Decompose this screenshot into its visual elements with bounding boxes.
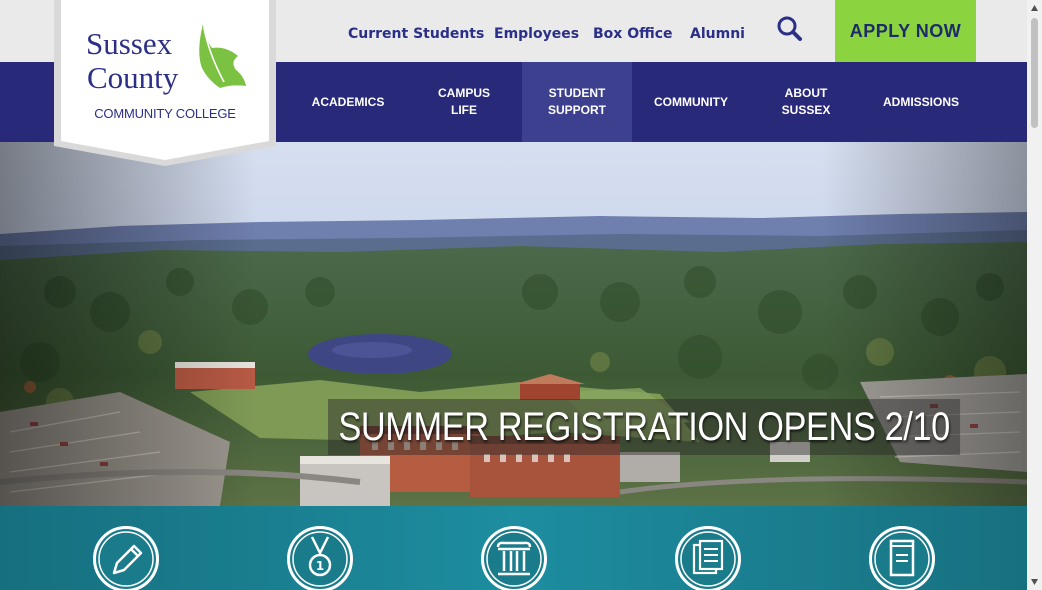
logo-badge: Sussex County COMMUNITY COLLEGE bbox=[54, 0, 276, 166]
hero-caption[interactable]: SUMMER REGISTRATION OPENS 2/10 bbox=[328, 399, 961, 455]
page-scrollbar[interactable] bbox=[1027, 0, 1042, 590]
employees-link[interactable]: Employees bbox=[494, 26, 579, 42]
quick-links-bar: 1 bbox=[0, 506, 1027, 590]
pencil-icon bbox=[96, 529, 156, 589]
documents-icon bbox=[678, 529, 738, 589]
current-students-link[interactable]: Current Students bbox=[348, 26, 484, 42]
scroll-down-arrow-icon[interactable] bbox=[1030, 577, 1039, 586]
apply-now-button[interactable]: APPLY NOW bbox=[835, 0, 976, 62]
nav-about-sussex[interactable]: ABOUT SUSSEX bbox=[750, 62, 862, 142]
nav-about-sussex-line2: SUSSEX bbox=[781, 103, 831, 117]
nav-student-support-line2: SUPPORT bbox=[547, 103, 606, 117]
nav-community-label: COMMUNITY bbox=[654, 94, 728, 109]
logo-line1: Sussex bbox=[86, 26, 173, 61]
notebook-icon bbox=[872, 529, 932, 589]
quick-link-notes[interactable] bbox=[869, 526, 935, 590]
search-icon bbox=[777, 16, 802, 41]
nav-student-support[interactable]: STUDENT SUPPORT bbox=[522, 62, 632, 142]
svg-text:1: 1 bbox=[316, 559, 324, 573]
scroll-up-arrow-icon[interactable] bbox=[1030, 4, 1039, 13]
page: Current Students Employees Box Office Al… bbox=[0, 0, 1042, 590]
nav-academics-label: ACADEMICS bbox=[311, 94, 385, 109]
nav-campus-life-line2: LIFE bbox=[450, 103, 477, 117]
nav-campus-life[interactable]: CAMPUS LIFE bbox=[406, 62, 522, 142]
box-office-link[interactable]: Box Office bbox=[593, 26, 673, 42]
medal-icon: 1 bbox=[290, 529, 350, 589]
alumni-link[interactable]: Alumni bbox=[690, 26, 745, 42]
nav-admissions-label: ADMISSIONS bbox=[882, 94, 959, 109]
quick-link-apply-form[interactable] bbox=[93, 526, 159, 590]
logo-line2: County bbox=[87, 60, 179, 95]
nav-admissions[interactable]: ADMISSIONS bbox=[862, 62, 980, 142]
quick-link-about[interactable] bbox=[481, 526, 547, 590]
nav-community[interactable]: COMMUNITY bbox=[632, 62, 750, 142]
quick-link-achievement[interactable]: 1 bbox=[287, 526, 353, 590]
nav-about-sussex-line1: ABOUT bbox=[784, 86, 828, 100]
nav-student-support-line1: STUDENT bbox=[548, 86, 606, 100]
search-button[interactable] bbox=[775, 14, 805, 44]
nav-campus-life-line1: CAMPUS bbox=[437, 86, 490, 100]
scrollbar-thumb[interactable] bbox=[1031, 18, 1038, 128]
college-logo[interactable]: Sussex County COMMUNITY COLLEGE bbox=[54, 0, 276, 166]
hero-image: SUMMER REGISTRATION OPENS 2/10 bbox=[0, 142, 1027, 506]
nav-academics[interactable]: ACADEMICS bbox=[290, 62, 406, 142]
column-icon bbox=[484, 529, 544, 589]
logo-line3: COMMUNITY COLLEGE bbox=[94, 106, 236, 121]
quick-link-catalog[interactable] bbox=[675, 526, 741, 590]
